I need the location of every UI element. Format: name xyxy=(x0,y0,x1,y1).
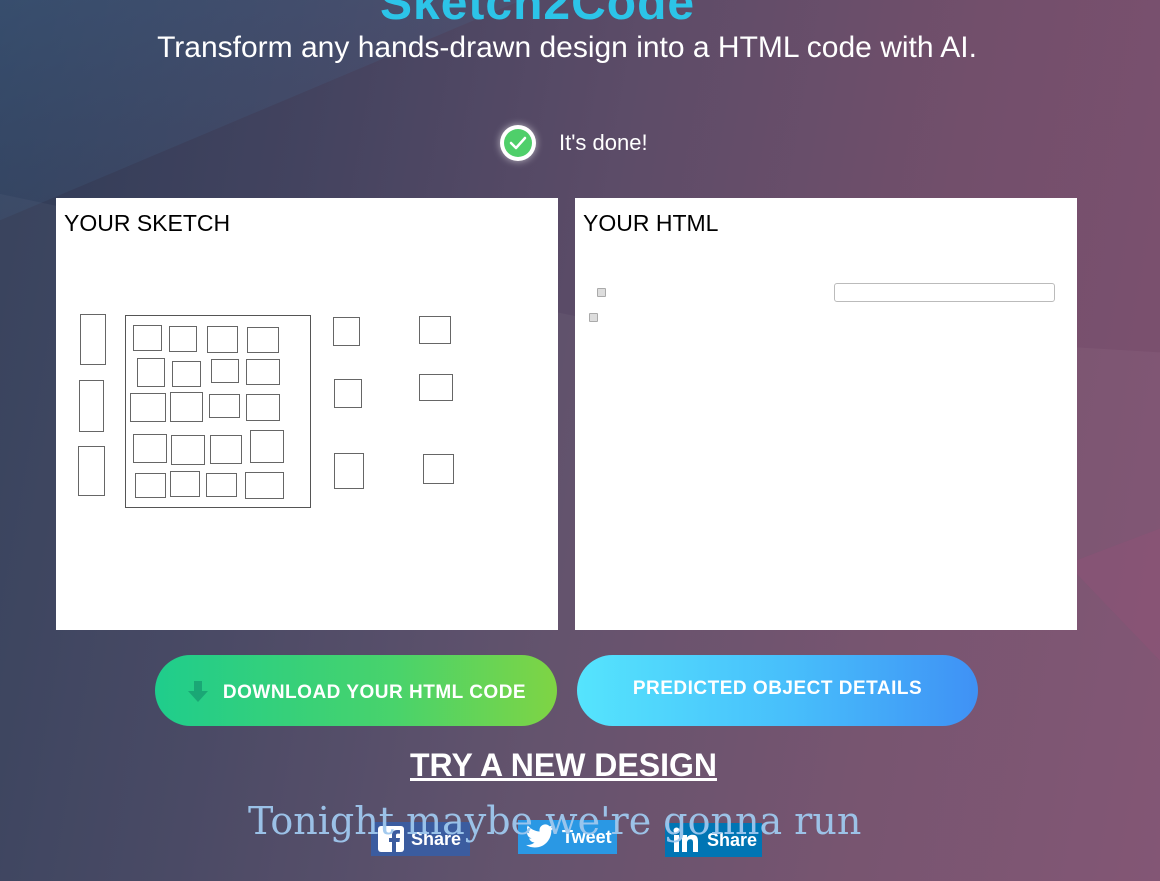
generated-checkbox[interactable] xyxy=(597,288,606,297)
sketch-shape xyxy=(130,393,166,422)
sketch-shape xyxy=(79,380,104,432)
page-subtitle: Transform any hands-drawn design into a … xyxy=(157,31,977,64)
sketch-shape xyxy=(170,471,200,497)
download-button-label: DOWNLOAD YOUR HTML CODE xyxy=(222,682,527,703)
html-panel-title: YOUR HTML xyxy=(583,210,719,236)
sketch-panel-title: YOUR SKETCH xyxy=(64,210,231,236)
generated-checkbox[interactable] xyxy=(589,313,598,322)
sketch-shape xyxy=(172,361,201,387)
sketch-shape xyxy=(247,327,279,353)
sketch-shape xyxy=(133,434,167,463)
sketch-shape xyxy=(334,379,362,408)
sketch-shape xyxy=(80,314,106,365)
sketch-shape xyxy=(206,473,237,497)
sketch-shape xyxy=(423,454,454,484)
details-button-label: PREDICTED OBJECT DETAILS xyxy=(632,677,923,699)
sketch-shape xyxy=(250,430,284,463)
sketch-shape xyxy=(135,473,166,498)
sketch-shape xyxy=(419,316,451,344)
sketch-shape xyxy=(211,359,239,383)
brand-title: Sketch2Code xyxy=(380,0,696,30)
sketch-shape xyxy=(170,392,203,422)
sketch-shape xyxy=(334,453,364,489)
download-html-button[interactable]: DOWNLOAD YOUR HTML CODE xyxy=(155,655,557,726)
sketch-shape xyxy=(245,472,284,499)
sketch-shape xyxy=(78,446,105,496)
sketch-panel: YOUR SKETCH xyxy=(56,198,558,630)
predicted-details-button[interactable]: PREDICTED OBJECT DETAILS xyxy=(577,655,978,726)
sketch-shape xyxy=(419,374,453,401)
html-panel: YOUR HTML xyxy=(575,198,1077,630)
generated-text-input[interactable] xyxy=(834,283,1055,302)
status-text: It's done! xyxy=(559,130,648,155)
sketch-shape xyxy=(246,394,280,421)
sketch-shape xyxy=(171,435,205,465)
check-circle-icon xyxy=(500,125,536,161)
sketch-shape xyxy=(210,435,242,464)
sketch-shape xyxy=(169,326,197,352)
sketch-shape xyxy=(333,317,360,346)
sketch-shape xyxy=(133,325,162,351)
status-indicator: It's done! xyxy=(500,125,648,161)
overlay-lyric-text: Tonight maybe we're gonna run xyxy=(248,799,862,843)
sketch-shape xyxy=(209,394,240,418)
download-arrow-icon xyxy=(187,680,208,702)
sketch-shape xyxy=(207,326,238,353)
try-new-design-link[interactable]: TRY A NEW DESIGN xyxy=(410,747,717,784)
sketch-shape xyxy=(246,359,280,385)
sketch-shape xyxy=(137,358,165,387)
